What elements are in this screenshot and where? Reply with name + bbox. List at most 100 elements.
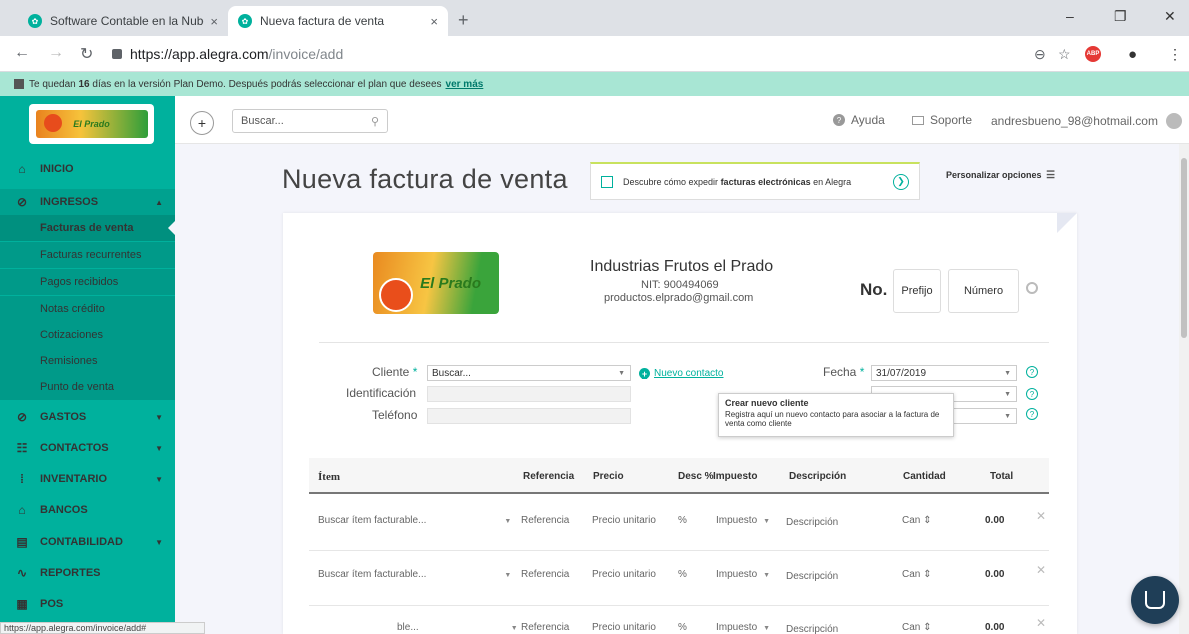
sidebar-item-inicio[interactable]: ⌂ INICIO xyxy=(0,156,175,182)
new-contact-link[interactable]: + Nuevo contacto xyxy=(639,368,724,379)
tax-select[interactable]: Impuesto ▼ xyxy=(716,569,770,580)
quantity-stepper[interactable]: Can ⇕ xyxy=(902,515,932,526)
quantity-stepper[interactable]: Can ⇕ xyxy=(902,622,932,633)
close-tab-icon[interactable]: × xyxy=(210,14,218,29)
chevron-down-icon: ▼ xyxy=(1004,390,1011,398)
customize-options-link[interactable]: Personalizar opciones ☰ xyxy=(946,170,1055,181)
number-field[interactable]: Número xyxy=(948,269,1019,313)
sidebar-subitem-punto-venta[interactable]: Punto de venta xyxy=(0,374,175,400)
adblock-icon[interactable]: ABP xyxy=(1085,46,1101,62)
quick-add-button[interactable]: + xyxy=(190,111,214,135)
unit-price-input[interactable]: Precio unitario xyxy=(592,515,656,526)
e-invoice-promo-banner[interactable]: Descubre cómo expedir facturas electróni… xyxy=(590,162,920,200)
reference-input[interactable]: Referencia xyxy=(521,622,569,633)
quantity-stepper[interactable]: Can ⇕ xyxy=(902,569,932,580)
support-link[interactable]: Soporte xyxy=(912,113,972,127)
sidebar-item-label: GASTOS xyxy=(40,411,87,423)
maximize-button[interactable]: ❐ xyxy=(1114,8,1127,25)
scrollbar-thumb[interactable] xyxy=(1181,158,1187,338)
description-input[interactable]: Descripción xyxy=(786,571,838,582)
document-icon xyxy=(601,175,613,188)
unit-price-input[interactable]: Precio unitario xyxy=(592,569,656,580)
sidebar-item-contactos[interactable]: ☷ CONTACTOS ▼ xyxy=(0,435,175,461)
date-value: 31/07/2019 xyxy=(876,367,927,379)
sidebar-item-inventario[interactable]: ⁞ INVENTARIO ▼ xyxy=(0,466,175,492)
discount-input[interactable]: % xyxy=(678,515,687,526)
tax-select[interactable]: Impuesto ▼ xyxy=(716,515,770,526)
reference-input[interactable]: Referencia xyxy=(521,569,569,580)
sidebar-item-contabilidad[interactable]: ▤ CONTABILIDAD ▼ xyxy=(0,529,175,555)
description-input[interactable]: Descripción xyxy=(786,624,838,634)
item-search-select[interactable]: ble... ▼ xyxy=(397,622,518,633)
browser-tab-software[interactable]: ✿ Software Contable en la Nube pa × xyxy=(18,6,228,36)
remove-row-icon[interactable]: ✕ xyxy=(1036,509,1046,523)
global-search-input[interactable]: Buscar... ⚲ xyxy=(232,109,388,133)
url-path: /invoice/add xyxy=(268,46,344,62)
chat-button[interactable] xyxy=(1131,576,1179,624)
sidebar-item-bancos[interactable]: ⌂ BANCOS xyxy=(0,497,175,523)
company-logo[interactable]: El Prado xyxy=(373,252,499,314)
menu-dots-icon[interactable]: ⋮ xyxy=(1168,46,1182,63)
sidebar-item-label: Facturas de venta xyxy=(40,222,134,234)
date-field[interactable]: 31/07/2019 ▼ xyxy=(871,365,1017,381)
star-icon[interactable]: ☆ xyxy=(1058,46,1071,63)
discount-input[interactable]: % xyxy=(678,569,687,580)
sidebar-item-pos[interactable]: ▦ POS xyxy=(0,591,175,617)
client-select[interactable]: Buscar... ▼ xyxy=(427,365,631,381)
back-icon[interactable]: ← xyxy=(14,44,30,62)
app-header: + Buscar... ⚲ ? Ayuda Soporte andresbueno… xyxy=(175,96,1189,144)
sidebar-subitem-cotizaciones[interactable]: Cotizaciones xyxy=(0,322,175,348)
sidebar-item-label: INICIO xyxy=(40,163,74,175)
item-search-select[interactable]: Buscar ítem facturable... ▼ xyxy=(318,515,511,526)
profile-icon[interactable]: ● xyxy=(1128,46,1137,63)
sidebar-subitem-facturas-venta[interactable]: Facturas de venta xyxy=(0,215,175,241)
see-more-link[interactable]: ver más xyxy=(446,79,484,90)
sidebar-subitem-facturas-recurrentes[interactable]: Facturas recurrentes xyxy=(0,242,175,268)
description-input[interactable]: Descripción xyxy=(786,517,838,528)
chevron-down-icon: ▼ xyxy=(155,412,163,422)
chevron-down-icon: ▼ xyxy=(763,572,771,579)
unit-price-input[interactable]: Precio unitario xyxy=(592,622,656,633)
url-field[interactable]: https://app.alegra.com/invoice/add xyxy=(112,41,1042,67)
banner-text-before: Te quedan xyxy=(29,78,76,90)
identification-label: Identificación xyxy=(346,386,417,400)
remove-row-icon[interactable]: ✕ xyxy=(1036,563,1046,577)
close-tab-icon[interactable]: × xyxy=(430,14,438,29)
reference-input[interactable]: Referencia xyxy=(521,515,569,526)
prefix-field[interactable]: Prefijo xyxy=(893,269,941,313)
sidebar-company-logo[interactable]: El Prado xyxy=(29,104,154,144)
accounting-icon: ▤ xyxy=(16,535,28,549)
chevron-up-icon: ▲ xyxy=(155,197,163,207)
reload-icon[interactable]: ↻ xyxy=(80,44,93,64)
sidebar-item-ingresos[interactable]: ⊘ INGRESOS ▲ xyxy=(0,189,175,215)
tax-select[interactable]: Impuesto ▼ xyxy=(716,622,770,633)
help-link[interactable]: ? Ayuda xyxy=(833,113,885,127)
discount-input[interactable]: % xyxy=(678,622,687,633)
sidebar-subitem-notas-credito[interactable]: Notas crédito xyxy=(0,296,175,322)
new-tab-button[interactable]: + xyxy=(458,10,469,31)
forward-icon[interactable]: → xyxy=(48,44,64,62)
page-scrollbar[interactable] xyxy=(1179,144,1189,634)
help-icon[interactable]: ? xyxy=(1026,408,1038,420)
calendar-icon xyxy=(14,79,24,89)
sidebar-item-gastos[interactable]: ⊘ GASTOS ▼ xyxy=(0,404,175,430)
item-search-select[interactable]: Buscar ítem facturable... ▼ xyxy=(318,569,511,580)
arrow-right-icon[interactable]: ❯ xyxy=(893,173,909,190)
help-icon[interactable]: ? xyxy=(1026,366,1038,378)
gear-icon[interactable] xyxy=(1026,282,1038,294)
zoom-icon[interactable]: ⊖ xyxy=(1034,46,1046,63)
help-icon[interactable]: ? xyxy=(1026,388,1038,400)
minimize-button[interactable]: – xyxy=(1066,8,1074,24)
sidebar-item-reportes[interactable]: ∿ REPORTES xyxy=(0,560,175,586)
close-window-button[interactable]: ✕ xyxy=(1164,8,1176,25)
promo-text: Descubre cómo expedir facturas electróni… xyxy=(623,176,852,187)
chevron-down-icon: ▼ xyxy=(155,443,163,453)
logo-text: El Prado xyxy=(420,274,481,292)
sliders-icon: ☰ xyxy=(1046,170,1056,181)
browser-tab-invoice[interactable]: ✿ Nueva factura de venta × xyxy=(228,6,448,36)
sidebar-subitem-remisiones[interactable]: Remisiones xyxy=(0,348,175,374)
logo-text: El Prado xyxy=(73,119,110,129)
sidebar-subitem-pagos-recibidos[interactable]: Pagos recibidos xyxy=(0,269,175,295)
remove-row-icon[interactable]: ✕ xyxy=(1036,616,1046,630)
user-menu[interactable]: andresbueno_98@hotmail.com xyxy=(991,113,1182,129)
